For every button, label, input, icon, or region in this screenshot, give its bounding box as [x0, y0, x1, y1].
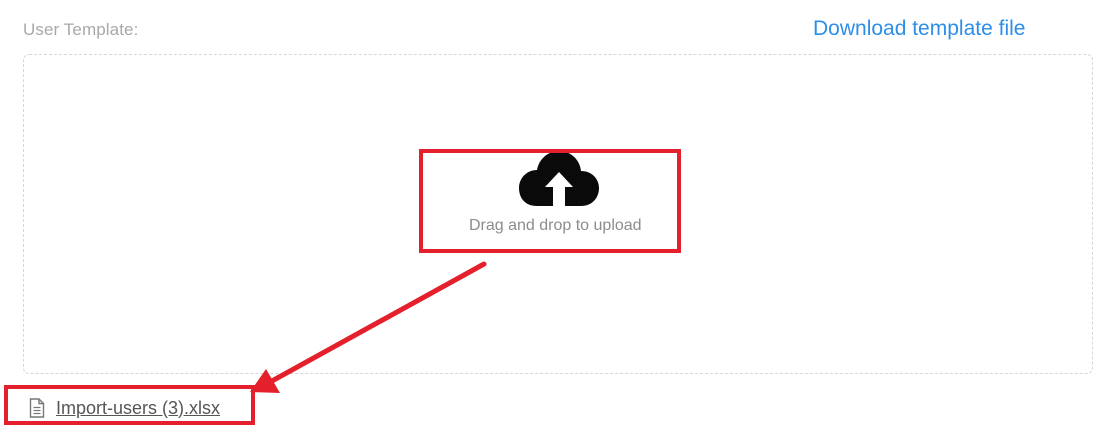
uploaded-file-item[interactable]: Import-users (3).xlsx [29, 396, 220, 420]
upload-dropzone[interactable] [23, 54, 1093, 374]
dropzone-instructions: Drag and drop to upload [469, 217, 642, 234]
document-icon [29, 398, 45, 418]
cloud-upload-icon [519, 151, 599, 206]
download-template-link[interactable]: Download template file [813, 17, 1025, 41]
uploaded-file-name[interactable]: Import-users (3).xlsx [56, 398, 220, 419]
user-template-label: User Template: [23, 20, 139, 39]
